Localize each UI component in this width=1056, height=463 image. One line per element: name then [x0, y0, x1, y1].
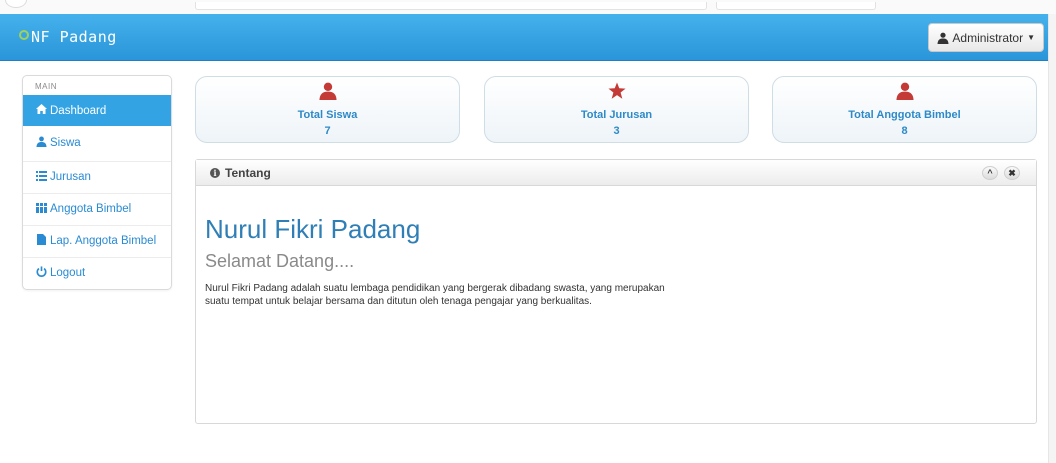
sidebar-item-label: Logout	[50, 267, 86, 279]
user-icon	[35, 136, 47, 150]
file-icon	[35, 234, 47, 248]
sidebar-item-dashboard[interactable]: Dashboard	[23, 95, 171, 126]
stat-card-total-jurusan: Total Jurusan 3	[484, 76, 749, 143]
list-icon	[35, 170, 47, 184]
page-subheading: Selamat Datang....	[205, 251, 355, 271]
user-menu-button[interactable]: Administrator ▼	[928, 23, 1044, 52]
user-icon	[937, 32, 949, 44]
brand[interactable]: NF Padang	[19, 28, 117, 46]
browser-button	[5, 0, 27, 8]
browser-bar	[195, 2, 707, 10]
stat-value: 3	[613, 125, 620, 137]
stat-card-total-anggota-bimbel: Total Anggota Bimbel 8	[772, 76, 1037, 143]
stat-value: 8	[901, 125, 908, 137]
close-button[interactable]: ✖	[1004, 166, 1020, 180]
sidebar: MAIN Dashboard Siswa Jurusan Anggota Bim…	[22, 75, 172, 290]
description-text: Nurul Fikri Padang adalah suatu lembaga …	[205, 283, 665, 307]
navbar: NF Padang Administrator ▼	[0, 14, 1048, 61]
stat-card-total-siswa: Total Siswa 7	[195, 76, 460, 143]
sidebar-item-label: Jurusan	[50, 171, 91, 183]
star-icon	[485, 82, 748, 103]
page-heading: Nurul Fikri Padang	[205, 214, 421, 244]
grid-icon	[35, 202, 47, 216]
user-icon	[196, 82, 459, 103]
about-panel: i Tentang ^ ✖ Nurul Fikri Padang Selamat…	[195, 159, 1037, 424]
user-icon	[773, 82, 1036, 103]
home-icon	[35, 104, 47, 117]
sidebar-item-siswa[interactable]: Siswa	[23, 127, 171, 158]
browser-strip	[0, 0, 1056, 14]
sidebar-item-label: Lap. Anggota Bimbel	[50, 235, 157, 247]
info-icon: i	[210, 167, 220, 178]
sidebar-item-label: Siswa	[50, 136, 81, 149]
panel-title: Tentang	[225, 165, 271, 180]
sidebar-section-label: MAIN	[35, 82, 57, 91]
power-icon	[35, 266, 47, 280]
sidebar-item-logout[interactable]: Logout	[23, 257, 171, 288]
chevron-up-icon: ^	[987, 168, 993, 178]
caret-down-icon: ▼	[1027, 33, 1035, 42]
close-icon: ✖	[1008, 168, 1016, 178]
stat-label: Total Jurusan	[580, 109, 653, 121]
collapse-button[interactable]: ^	[982, 166, 998, 180]
scrollbar[interactable]	[1048, 14, 1056, 463]
sidebar-item-label: Anggota Bimbel	[50, 203, 132, 215]
stat-label: Total Anggota Bimbel	[848, 109, 961, 121]
brand-logo-icon	[19, 30, 29, 40]
sidebar-item-anggota-bimbel[interactable]: Anggota Bimbel	[23, 193, 171, 224]
sidebar-item-lap-anggota-bimbel[interactable]: Lap. Anggota Bimbel	[23, 225, 171, 256]
sidebar-item-label: Dashboard	[50, 104, 107, 117]
stat-label: Total Siswa	[297, 109, 358, 121]
panel-header: i Tentang	[196, 160, 1036, 186]
user-menu-label: Administrator	[952, 30, 1024, 45]
brand-name: NF Padang	[31, 28, 117, 46]
sidebar-item-jurusan[interactable]: Jurusan	[23, 161, 171, 192]
stat-value: 7	[324, 125, 331, 137]
browser-bar	[716, 2, 876, 10]
